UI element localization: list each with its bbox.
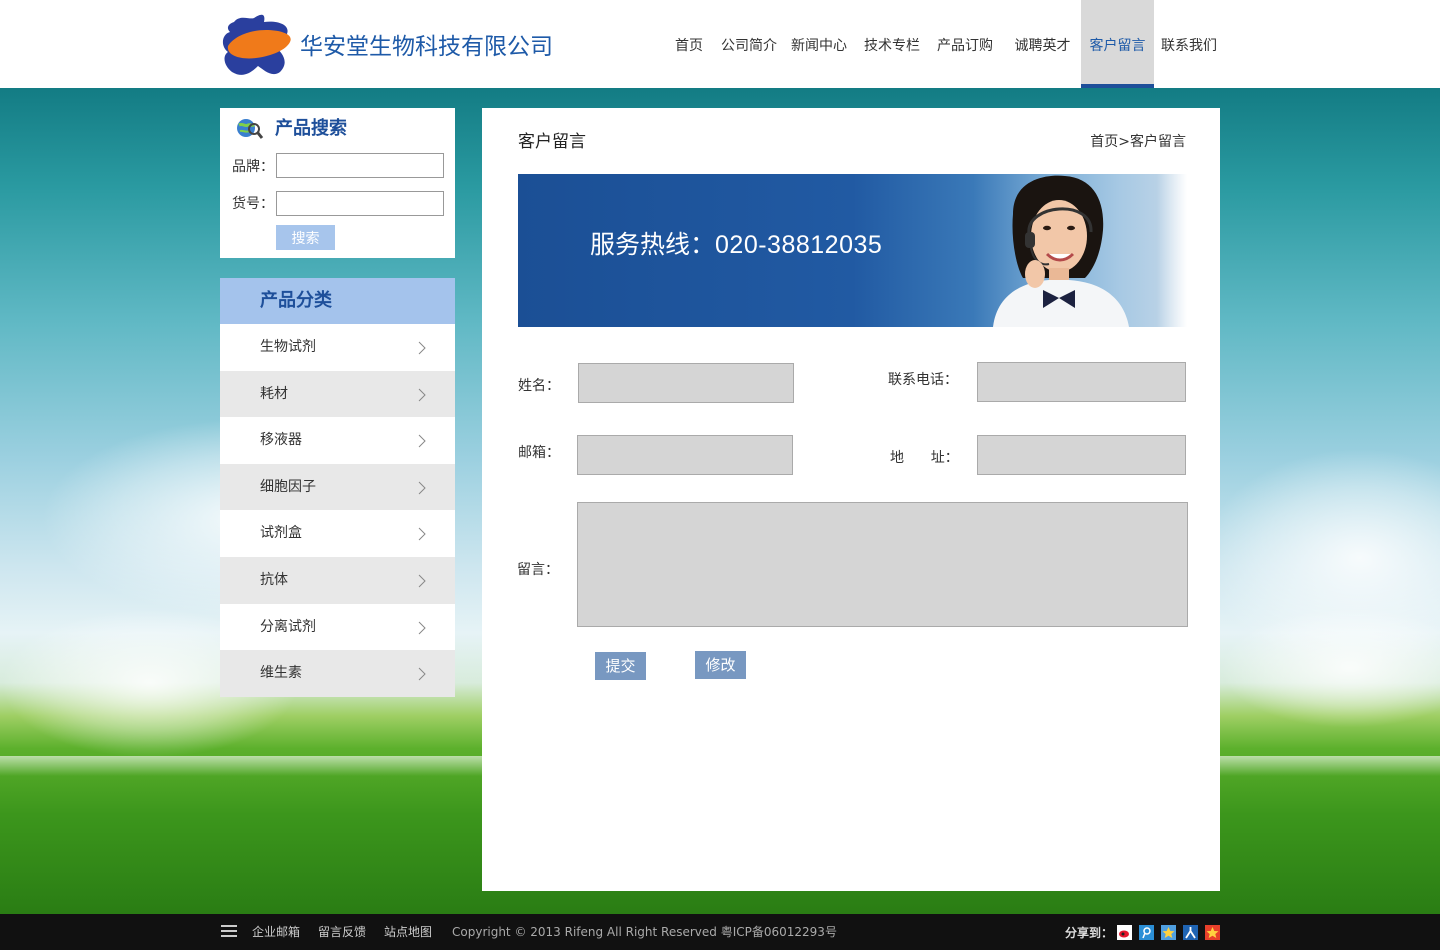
nav-about[interactable]: 公司简介	[718, 0, 780, 88]
category-list: 生物试剂 耗材 移液器 细胞因子 试剂盒 抗体 分离试剂 维生素	[220, 324, 455, 697]
name-input[interactable]	[578, 363, 794, 403]
email-label: 邮箱：	[518, 445, 560, 461]
category-item[interactable]: 移液器	[220, 417, 455, 464]
qzone-icon[interactable]	[1161, 925, 1176, 940]
chevron-right-icon	[418, 388, 426, 401]
product-search-panel: 产品搜索 品牌： 货号： 搜索	[220, 108, 455, 258]
tencent-weibo-icon[interactable]	[1139, 925, 1154, 940]
phone-label: 联系电话：	[888, 372, 958, 388]
service-hotline-banner: 服务热线：020-38812035	[518, 174, 1187, 327]
category-item[interactable]: 分离试剂	[220, 603, 455, 651]
category-label: 移液器	[260, 432, 302, 449]
category-label: 分离试剂	[260, 618, 316, 635]
site-footer: 企业邮箱 留言反馈 站点地图 Copyright © 2013 Rifeng A…	[0, 914, 1440, 950]
chevron-right-icon	[418, 481, 426, 495]
name-label: 姓名：	[518, 378, 560, 394]
category-label: 生物试剂	[260, 339, 316, 355]
category-item[interactable]: 耗材	[220, 370, 455, 418]
share-label: 分享到：	[1065, 926, 1114, 940]
item-number-input[interactable]	[276, 191, 444, 216]
nav-home[interactable]: 首页	[660, 0, 718, 88]
submit-button[interactable]: 提交	[595, 652, 646, 680]
category-item[interactable]: 细胞因子	[220, 463, 455, 511]
category-title: 产品分类	[220, 278, 455, 324]
hotline-text: 服务热线：020-38812035	[590, 228, 882, 262]
modify-button[interactable]: 修改	[695, 651, 746, 679]
chevron-right-icon	[418, 528, 426, 541]
main-content-panel: 客户留言 首页>客户留言 服务热线：020-38812035 姓名： 联系电话：…	[482, 108, 1220, 891]
footer-link-feedback[interactable]: 留言反馈	[318, 924, 366, 940]
main-nav: 首页 公司简介 新闻中心 技术专栏 产品订购 诚聘英才 客户留言 联系我们	[660, 0, 1224, 88]
page-title: 客户留言	[518, 132, 586, 152]
globe-search-icon	[237, 119, 264, 139]
nav-careers[interactable]: 诚聘英才	[1004, 0, 1081, 88]
address-label: 地 址：	[890, 450, 959, 466]
company-logo[interactable]	[220, 12, 294, 76]
company-name[interactable]: 华安堂生物科技有限公司	[300, 30, 553, 62]
category-item[interactable]: 维生素	[220, 650, 455, 697]
category-item[interactable]: 抗体	[220, 556, 455, 604]
category-item[interactable]: 生物试剂	[220, 324, 455, 371]
category-item[interactable]: 试剂盒	[220, 510, 455, 557]
hotline-number: 020-38812035	[715, 231, 883, 259]
copyright-text: Copyright © 2013 Rifeng All Right Reserv…	[452, 925, 837, 939]
site-header: 华安堂生物科技有限公司 首页 公司简介 新闻中心 技术专栏 产品订购 诚聘英才 …	[0, 0, 1440, 88]
footer-link-sitemap[interactable]: 站点地图	[384, 924, 432, 940]
category-label: 试剂盒	[260, 525, 302, 542]
chevron-right-icon	[418, 341, 426, 355]
item-number-label: 货号：	[232, 196, 274, 212]
chevron-right-icon	[418, 621, 426, 634]
address-input[interactable]	[977, 435, 1186, 475]
product-category-panel: 产品分类 生物试剂 耗材 移液器 细胞因子 试剂盒 抗体 分离试剂 维生素	[220, 278, 455, 697]
renren-icon[interactable]	[1183, 925, 1198, 940]
search-button[interactable]: 搜索	[276, 225, 335, 250]
phone-input[interactable]	[977, 362, 1186, 402]
category-label: 耗材	[260, 385, 288, 402]
menu-icon	[221, 925, 237, 937]
nav-news[interactable]: 新闻中心	[780, 0, 858, 88]
category-label: 抗体	[260, 571, 288, 588]
nav-messages[interactable]: 客户留言	[1081, 0, 1154, 88]
category-label: 维生素	[260, 665, 302, 682]
footer-link-email[interactable]: 企业邮箱	[252, 924, 300, 940]
nav-contact[interactable]: 联系我们	[1154, 0, 1224, 88]
email-input[interactable]	[577, 435, 793, 475]
product-search-title: 产品搜索	[275, 118, 347, 139]
message-label: 留言：	[517, 562, 559, 578]
hotline-label: 服务热线：	[590, 231, 716, 259]
message-textarea[interactable]	[577, 502, 1188, 627]
category-label: 细胞因子	[260, 478, 316, 495]
nav-tech[interactable]: 技术专栏	[858, 0, 926, 88]
weibo-icon[interactable]	[1117, 925, 1132, 940]
customer-service-agent-image	[993, 175, 1129, 327]
banner-fade	[1157, 174, 1187, 327]
breadcrumb[interactable]: 首页>客户留言	[1090, 132, 1186, 152]
brand-input[interactable]	[276, 153, 444, 178]
brand-label: 品牌：	[232, 159, 274, 175]
chevron-right-icon	[418, 667, 426, 681]
nav-order[interactable]: 产品订购	[926, 0, 1004, 88]
chevron-right-icon	[418, 434, 426, 448]
favorite-star-icon[interactable]	[1205, 925, 1220, 940]
chevron-right-icon	[418, 574, 426, 588]
